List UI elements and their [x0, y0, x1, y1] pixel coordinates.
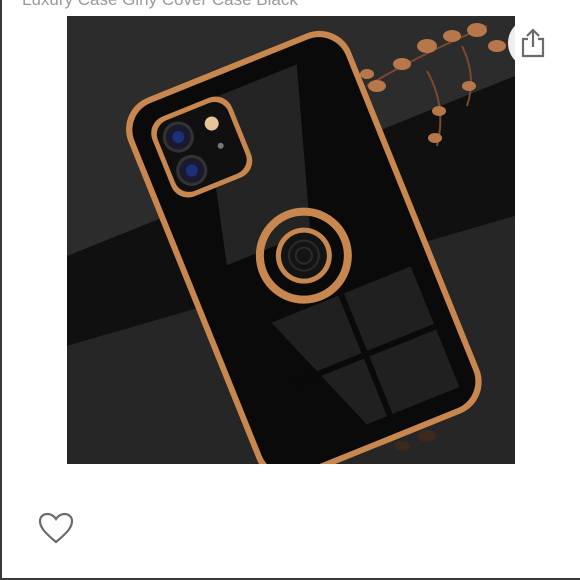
share-button[interactable] [508, 18, 558, 68]
product-image[interactable] [67, 16, 515, 464]
share-icon [521, 28, 545, 58]
product-title: Luxury Case Girly Cover Case Black [22, 0, 502, 10]
favorite-button[interactable] [36, 508, 76, 548]
phone-case-illustration [67, 16, 515, 464]
heart-outline-icon [38, 512, 74, 544]
left-border [0, 0, 2, 580]
